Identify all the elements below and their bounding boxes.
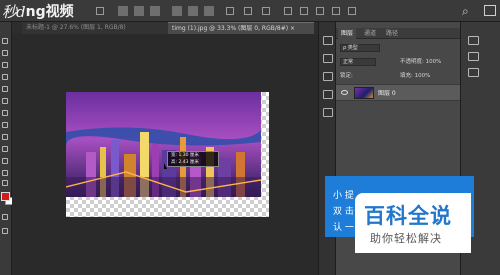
tools-panel: [0, 22, 13, 275]
layers-panel-tabs: 图层 通道 路径: [336, 28, 460, 39]
marquee-tool[interactable]: [2, 50, 10, 57]
logo-mark: 秒d: [2, 2, 26, 21]
3d-slide-icon[interactable]: [332, 7, 340, 15]
align-top-icon[interactable]: [172, 6, 182, 16]
move-tool-icon[interactable]: [96, 7, 104, 15]
opacity-control[interactable]: 不透明度: 100%: [400, 57, 441, 67]
quick-mask-tool[interactable]: [2, 214, 10, 221]
adjustments-icon[interactable]: [323, 72, 333, 81]
workspace-icon[interactable]: [484, 5, 496, 16]
libraries-icon[interactable]: [468, 68, 479, 77]
history-icon[interactable]: [323, 36, 333, 45]
distribute-icon[interactable]: [226, 7, 234, 15]
city-photo-graphic: [66, 92, 261, 197]
healing-tool[interactable]: [2, 110, 10, 117]
notice-line-1: 小 提: [333, 191, 354, 201]
type-tool[interactable]: [2, 180, 10, 187]
lock-label: 锁定:: [340, 73, 353, 79]
align-bottom-icon[interactable]: [204, 6, 214, 16]
eyedropper-tool[interactable]: [2, 98, 10, 105]
baike-watermark: 百科全说 助你轻松解决: [355, 193, 471, 253]
lasso-tool[interactable]: [2, 62, 10, 69]
layer-thumbnail: [354, 87, 374, 99]
options-bar: 秒d ng视频 ⌕: [0, 0, 500, 22]
gradient-tool[interactable]: [2, 158, 10, 165]
canvas-area[interactable]: 宽: 1.30 厘米 高: 2.43 厘米: [12, 34, 318, 275]
transform-size-tooltip: 宽: 1.30 厘米 高: 2.43 厘米: [167, 151, 219, 167]
blend-mode-select[interactable]: 正常: [340, 58, 376, 66]
fill-control[interactable]: 填充: 100%: [400, 71, 430, 81]
search-icon[interactable]: ⌕: [462, 4, 476, 18]
move-tool[interactable]: [2, 38, 10, 45]
quick-select-tool[interactable]: [2, 74, 10, 81]
crop-tool[interactable]: [2, 86, 10, 93]
paragraph-icon[interactable]: [323, 90, 333, 99]
watermark-title: 百科全说: [364, 204, 452, 228]
watermark-subtitle: 助你轻松解决: [370, 232, 442, 245]
notice-line-2: 双 击: [333, 207, 354, 217]
tab-paths[interactable]: 路径: [386, 28, 398, 39]
align-right-icon[interactable]: [150, 6, 160, 16]
distribute-center-icon[interactable]: [244, 7, 252, 15]
swatches-icon[interactable]: [468, 52, 479, 61]
tab-label: timg (1).jpg @ 33.3% (图层 0, RGB/8#) ×: [172, 25, 296, 32]
distribute-bottom-icon[interactable]: [262, 7, 270, 15]
properties-icon[interactable]: [323, 54, 333, 63]
collapsed-panels-strip: [318, 22, 336, 275]
align-center-icon[interactable]: [134, 6, 144, 16]
3d-scale-icon[interactable]: [348, 7, 356, 15]
tab-label: 未标题-1 @ 27.6% (图层 1, RGB/8): [26, 24, 126, 31]
foreground-color-swatch[interactable]: [1, 192, 10, 201]
character-icon[interactable]: [323, 108, 333, 117]
3d-roll-icon[interactable]: [300, 7, 308, 15]
tooltip-width: 宽: 1.30 厘米: [171, 153, 199, 158]
layer-filter-select[interactable]: ρ 类型: [340, 44, 380, 52]
tab-untitled[interactable]: 未标题-1 @ 27.6% (图层 1, RGB/8): [22, 22, 168, 34]
notice-line-3: 认 一: [333, 223, 354, 233]
layer-row-layer0[interactable]: 图层 0: [336, 84, 460, 101]
3d-rotate-icon[interactable]: [284, 7, 292, 15]
tab-channels[interactable]: 通道: [364, 28, 376, 39]
brush-tool[interactable]: [2, 122, 10, 129]
eraser-tool[interactable]: [2, 146, 10, 153]
3d-pan-icon[interactable]: [316, 7, 324, 15]
tab-layers[interactable]: 图层: [338, 28, 357, 39]
stamp-tool[interactable]: [2, 134, 10, 141]
screen-mode-tool[interactable]: [2, 228, 10, 235]
app-logo: 秒d ng视频: [2, 0, 74, 22]
tab-timg[interactable]: timg (1).jpg @ 33.3% (图层 0, RGB/8#) ×: [168, 22, 314, 34]
layer-name[interactable]: 图层 0: [378, 85, 396, 102]
visibility-eye-icon[interactable]: [341, 90, 348, 95]
document-tabs: 未标题-1 @ 27.6% (图层 1, RGB/8) timg (1).jpg…: [12, 22, 318, 34]
mouse-cursor-icon: [164, 163, 167, 169]
align-middle-icon[interactable]: [188, 6, 198, 16]
logo-mark-text: ng视频: [25, 4, 74, 20]
color-icon[interactable]: [468, 36, 479, 45]
tooltip-height: 高: 2.43 厘米: [171, 160, 199, 165]
pen-tool[interactable]: [2, 170, 10, 177]
align-left-icon[interactable]: [118, 6, 128, 16]
city-night-photo[interactable]: [66, 92, 261, 197]
